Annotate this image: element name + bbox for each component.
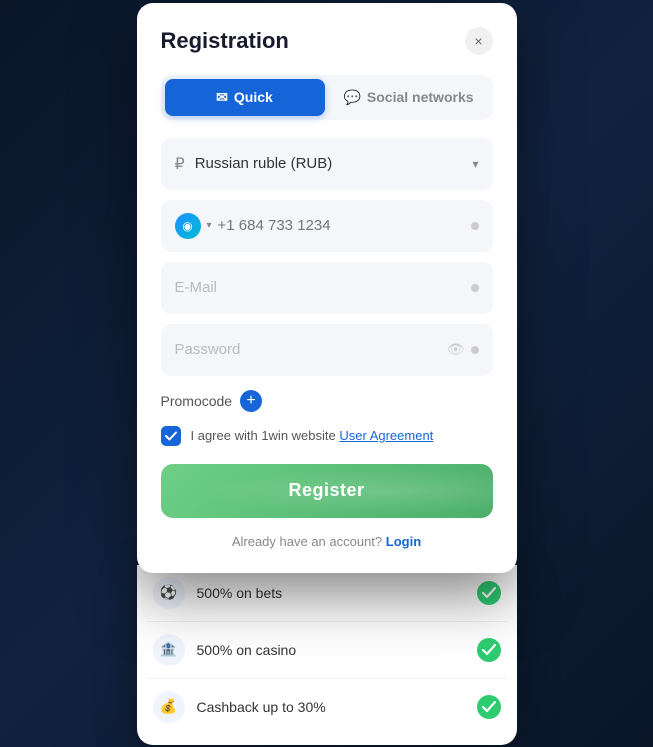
email-field-wrap — [161, 262, 493, 314]
chat-icon: 💬 — [343, 89, 360, 106]
login-link[interactable]: Login — [386, 534, 421, 549]
email-input[interactable] — [175, 279, 471, 296]
user-agreement-link[interactable]: User Agreement — [339, 428, 433, 443]
chevron-down-icon: ▾ — [472, 157, 478, 171]
bonus-item-bets: ⚽ 500% on bets — [147, 565, 507, 622]
bets-bonus-text: 500% on bets — [197, 585, 465, 601]
promocode-row: Promocode + — [161, 390, 493, 412]
cashback-check-icon — [477, 695, 501, 719]
agreement-row: I agree with 1win website User Agreement — [161, 426, 493, 446]
login-row: Already have an account? Login — [161, 534, 493, 549]
bets-icon: ⚽ — [153, 577, 185, 609]
modal-title: Registration — [161, 28, 289, 54]
password-input[interactable] — [175, 341, 447, 358]
envelope-icon: ✉ — [216, 89, 228, 106]
phone-chevron-icon: ▾ — [207, 220, 212, 231]
promocode-label: Promocode — [161, 393, 233, 409]
flag-icon: ◉ — [175, 213, 201, 239]
bets-check-icon — [477, 581, 501, 605]
casino-bonus-text: 500% on casino — [197, 642, 465, 658]
tab-social[interactable]: 💬 Social networks — [329, 79, 489, 116]
password-field-wrap: 👁 — [161, 324, 493, 376]
form-fields: ₽ Russian ruble (RUB) ▾ ◉ ▾ 👁 — [161, 138, 493, 376]
close-button[interactable]: × — [465, 27, 493, 55]
casino-icon: 🏦 — [153, 634, 185, 666]
bonus-item-casino: 🏦 500% on casino — [147, 622, 507, 679]
ruble-icon: ₽ — [175, 154, 185, 174]
add-promocode-button[interactable]: + — [240, 390, 262, 412]
already-have-account-text: Already have an account? — [232, 534, 382, 549]
phone-field-wrap: ◉ ▾ — [161, 200, 493, 252]
tab-row: ✉ Quick 💬 Social networks — [161, 75, 493, 120]
checkmark-icon — [165, 430, 177, 442]
bonus-list: ⚽ 500% on bets 🏦 500% on casino 💰 Cashba… — [137, 565, 517, 745]
phone-input[interactable] — [218, 217, 465, 234]
currency-selector[interactable]: ₽ Russian ruble (RUB) ▾ — [161, 138, 493, 190]
email-required-dot — [471, 284, 479, 292]
cashback-icon: 💰 — [153, 691, 185, 723]
password-required-dot — [471, 346, 479, 354]
agreement-text: I agree with 1win website User Agreement — [191, 428, 434, 443]
eye-icon[interactable]: 👁 — [447, 341, 465, 358]
tab-quick-label: Quick — [234, 89, 273, 105]
casino-check-icon — [477, 638, 501, 662]
bonus-item-cashback: 💰 Cashback up to 30% — [147, 679, 507, 735]
agreement-checkbox[interactable] — [161, 426, 181, 446]
currency-label: Russian ruble (RUB) — [195, 155, 473, 172]
register-button[interactable]: Register — [161, 464, 493, 518]
modal-header: Registration × — [161, 27, 493, 55]
tab-quick[interactable]: ✉ Quick — [165, 79, 325, 116]
registration-modal: Registration × ✉ Quick 💬 Social networks… — [137, 3, 517, 573]
phone-required-dot — [471, 222, 479, 230]
tab-social-label: Social networks — [367, 89, 474, 105]
cashback-bonus-text: Cashback up to 30% — [197, 699, 465, 715]
